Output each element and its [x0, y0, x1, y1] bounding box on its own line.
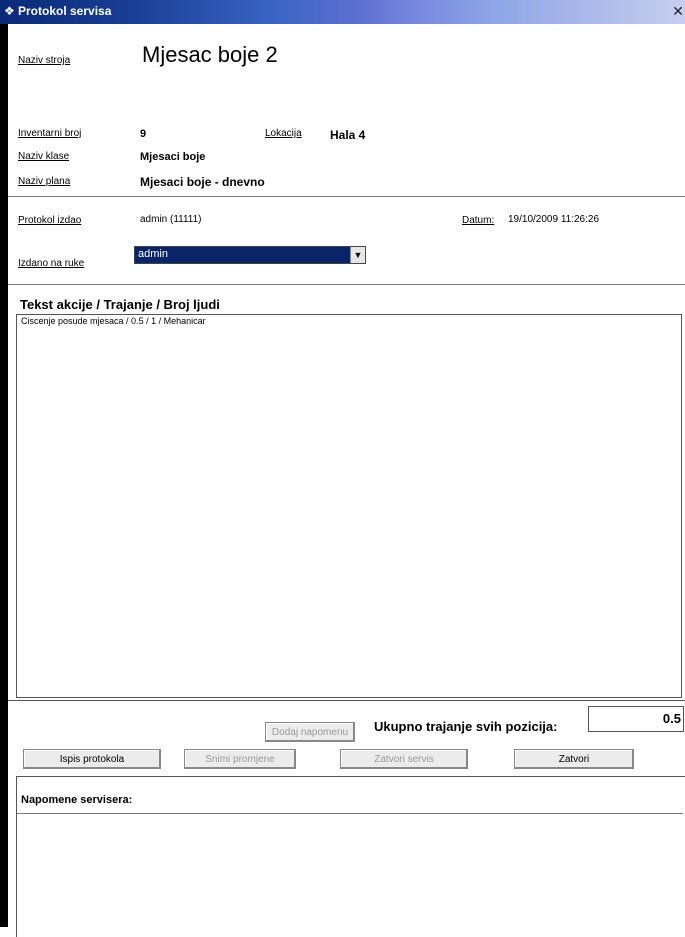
- plan-label: Naziv plana: [18, 176, 71, 187]
- issued-by-value: admin (11111): [140, 214, 202, 225]
- machine-name-value: Mjesac boje 2: [142, 42, 278, 67]
- issued-by-label: Protokol izdao: [18, 215, 82, 226]
- plan-value: Mjesaci boje - dnevno: [140, 175, 265, 189]
- machine-name-label: Naziv stroja: [18, 55, 71, 66]
- close-button[interactable]: Zatvori: [514, 749, 634, 769]
- total-duration-value: 0.5: [588, 706, 684, 732]
- action-row[interactable]: Ciscenje posude mjesaca / 0.5 / 1 / Meha…: [21, 316, 206, 326]
- save-changes-button[interactable]: Snimi promjene: [184, 749, 296, 769]
- close-window-icon[interactable]: ✕: [671, 2, 685, 20]
- notes-textarea[interactable]: [17, 814, 683, 934]
- class-value: Mjesaci boje: [140, 151, 206, 163]
- handed-to-selected: admin: [138, 248, 168, 260]
- window-left-edge: [0, 24, 8, 927]
- date-value: 19/10/2009 11:26:26: [508, 214, 600, 225]
- add-note-button[interactable]: Dodaj napomenu: [265, 722, 355, 742]
- location-label: Lokacija: [265, 128, 302, 139]
- chevron-down-icon[interactable]: ▼: [350, 247, 365, 263]
- handed-to-label: Izdano na ruke: [18, 258, 85, 269]
- actions-header: Tekst akcije / Trajanje / Broj ljudi: [20, 297, 220, 312]
- issue-divider: [8, 284, 685, 285]
- actions-list[interactable]: Ciscenje posude mjesaca / 0.5 / 1 / Meha…: [16, 314, 682, 698]
- window-title: Protokol servisa: [18, 4, 112, 18]
- location-value: Hala 4: [330, 128, 366, 142]
- handed-to-select[interactable]: admin ▼: [134, 246, 366, 264]
- class-label: Naziv klase: [18, 151, 70, 162]
- actions-divider: [8, 700, 685, 701]
- inventory-label: Inventarni broj: [18, 128, 82, 139]
- inventory-value: 9: [140, 128, 147, 140]
- total-duration-label: Ukupno trajanje svih pozicija:: [374, 719, 558, 734]
- print-protocol-button[interactable]: Ispis protokola: [23, 749, 161, 769]
- window-titlebar: ❖ Protokol servisa: [0, 0, 685, 24]
- notes-label: Napomene servisera:: [21, 794, 133, 806]
- app-icon: ❖: [4, 4, 15, 18]
- header-divider: [8, 196, 685, 197]
- notes-panel: Napomene servisera:: [16, 776, 685, 937]
- close-service-button[interactable]: Zatvori servis: [340, 749, 468, 769]
- date-label: Datum:: [462, 215, 495, 226]
